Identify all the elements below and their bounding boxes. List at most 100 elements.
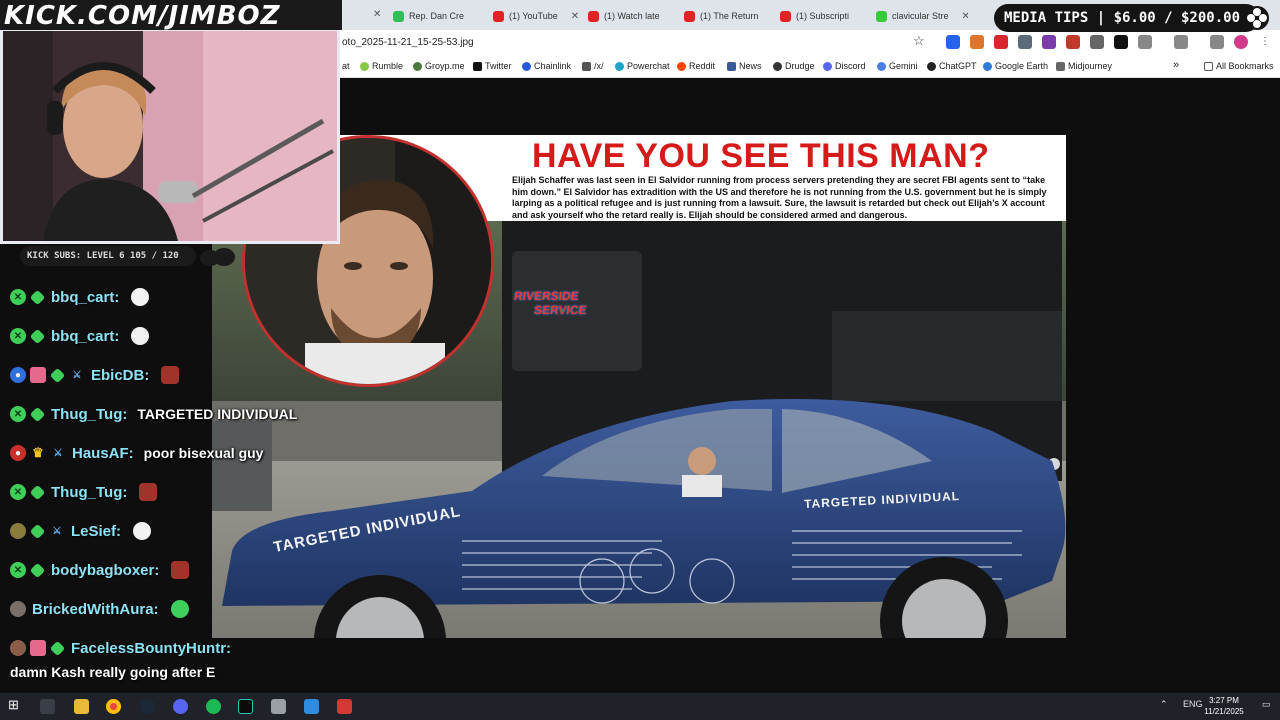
close-icon[interactable]: ✕ [962, 11, 968, 22]
bookmark-twitter[interactable]: Twitter [473, 61, 512, 71]
avatar [10, 523, 26, 539]
bookmark-chainlink[interactable]: Chainlink [522, 61, 571, 71]
bookmark-label: Gemini [889, 61, 918, 71]
emote-icon [131, 288, 150, 306]
chat-username[interactable]: Thug_Tug: [51, 406, 127, 423]
downloads-icon[interactable] [1210, 35, 1224, 49]
chat-username[interactable]: HausAF: [72, 445, 134, 462]
chat-message: BrickedWithAura: [10, 597, 189, 621]
tab-youtube[interactable]: (1) YouTube ✕ [493, 5, 583, 27]
steam-icon[interactable] [140, 699, 155, 714]
puzzle-icon[interactable] [1138, 35, 1152, 49]
file-explorer-icon[interactable] [74, 699, 89, 714]
bookmark-gemini[interactable]: Gemini [877, 61, 918, 71]
shield-icon[interactable] [994, 35, 1008, 49]
chat-message: ⚔ LeSief: [10, 519, 152, 543]
bookmark-drudge[interactable]: Drudge [773, 61, 815, 71]
bookmark-label: Midjourney [1068, 61, 1113, 71]
kick-x-badge-icon: ✕ [10, 289, 26, 305]
chat-message: ● ♛ ⚔ HausAF: poor bisexual guy [10, 441, 263, 465]
tab-rep-dan[interactable]: Rep. Dan Cre [393, 5, 483, 27]
bookmark-chatgpt[interactable]: ChatGPT [927, 61, 977, 71]
close-icon[interactable]: ✕ [571, 11, 579, 22]
emote-icon [170, 600, 189, 618]
metamask-icon[interactable] [970, 35, 984, 49]
app-icon[interactable] [271, 699, 286, 714]
extension-icon[interactable] [1018, 35, 1032, 49]
tab-label: (1) YouTube [509, 11, 558, 21]
chat-username[interactable]: bodybagboxer: [51, 562, 159, 579]
diamond-badge-icon [49, 640, 66, 656]
x-icon[interactable] [1114, 35, 1128, 49]
extension-icon[interactable] [1066, 35, 1080, 49]
emote-icon [139, 483, 158, 501]
menu-icon[interactable]: ⋮ [1258, 35, 1272, 49]
chat-username[interactable]: Thug_Tug: [51, 484, 127, 501]
chainlink-icon [522, 61, 531, 71]
chat-username[interactable]: EbicDB: [91, 367, 149, 384]
task-view-icon[interactable] [40, 699, 55, 714]
emote-icon [131, 327, 150, 345]
google-earth-icon [983, 61, 992, 71]
tab-the-return[interactable]: (1) The Return [684, 5, 776, 27]
tab-clavicular[interactable]: clavicular Stre ✕ [876, 5, 968, 27]
bookmark-discord[interactable]: Discord [823, 61, 866, 71]
more-bookmarks-button[interactable]: » [1173, 59, 1179, 71]
all-bookmarks-button[interactable]: All Bookmarks [1204, 61, 1274, 71]
bookmark-powerchat[interactable]: Powerchat [615, 61, 670, 71]
chat-message: ✕ bbq_cart: [10, 285, 150, 309]
chat-message: ✕ bbq_cart: [10, 324, 150, 348]
notification-icon[interactable]: ▭ [1262, 699, 1271, 710]
tab-watch-later[interactable]: (1) Watch late [588, 5, 680, 27]
extension-icon[interactable] [946, 35, 960, 49]
avatar[interactable] [1234, 35, 1248, 49]
chat-username[interactable]: LeSief: [71, 523, 121, 540]
address-url[interactable]: oto_2025-11-21_15-25-53.jpg [342, 37, 474, 48]
streamer-illustration [3, 31, 337, 241]
bookmark-x-board[interactable]: /x/ [582, 61, 604, 71]
diamond-badge-icon [49, 367, 66, 383]
telegram-icon[interactable] [304, 699, 319, 714]
star-icon[interactable]: ☆ [913, 33, 925, 49]
bookmark-midjourney[interactable]: Midjourney [1056, 61, 1112, 71]
avatar [10, 640, 26, 656]
chat-text: damn Kash really going after E [10, 664, 216, 680]
obs-icon[interactable] [238, 699, 253, 714]
discord-icon[interactable] [173, 699, 188, 714]
channel-logo: KICK.COM/JIMBOZ [4, 1, 281, 31]
close-icon[interactable]: ✕ [373, 9, 381, 20]
tab-subscriptions[interactable]: (1) Subscripti [780, 5, 872, 27]
chat-username[interactable]: FacelessBountyHuntr: [71, 640, 231, 657]
chrome-icon[interactable] [106, 699, 121, 714]
app-icon[interactable] [337, 699, 352, 714]
extension-icon[interactable] [1042, 35, 1056, 49]
sidebar-icon[interactable] [1174, 35, 1188, 49]
sword-badge-icon: ⚔ [53, 447, 63, 459]
kick-x-badge-icon: ✕ [10, 484, 26, 500]
truck-lettering: SERVICE [533, 303, 588, 317]
windows-start-icon[interactable]: ⊞ [8, 697, 23, 712]
extension-icon[interactable] [1090, 35, 1104, 49]
system-clock[interactable]: 3:27 PM 11/21/2025 [1200, 695, 1248, 717]
bookmark-label: Drudge [785, 61, 815, 71]
bookmark-reddit[interactable]: Reddit [677, 61, 715, 71]
tab-favicon-icon [393, 10, 404, 22]
drudge-icon [773, 61, 782, 71]
chat-username[interactable]: bbq_cart: [51, 328, 119, 345]
spotify-icon[interactable] [206, 699, 221, 714]
diamond-badge-icon [29, 406, 46, 422]
bookmark-google-earth[interactable]: Google Earth [983, 61, 1048, 71]
bookmark-groyp[interactable]: Groyp.me [413, 61, 465, 71]
bookmark-rumble[interactable]: Rumble [360, 61, 403, 71]
chat-message: FacelessBountyHuntr: [10, 636, 231, 660]
discord-icon [823, 61, 832, 71]
tray-chevron-icon[interactable]: ⌃ [1160, 699, 1168, 710]
bookmark-news[interactable]: News [727, 61, 762, 71]
gift-badge-icon [30, 367, 46, 383]
clover-icon [582, 61, 591, 71]
chat-username[interactable]: BrickedWithAura: [32, 601, 159, 618]
cloud-icon [200, 248, 235, 266]
bookmark-item[interactable]: at [342, 61, 350, 71]
more-bookmarks-label: » [1173, 59, 1180, 71]
chat-username[interactable]: bbq_cart: [51, 289, 119, 306]
